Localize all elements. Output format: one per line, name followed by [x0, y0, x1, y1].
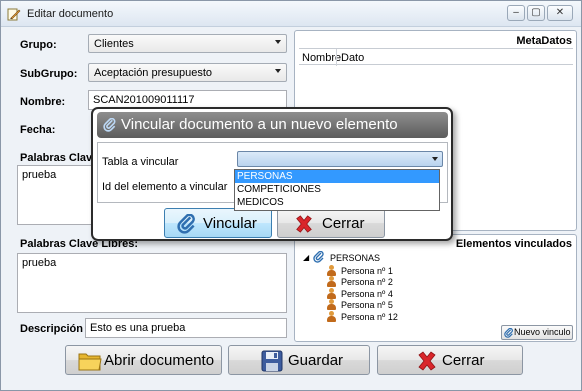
tabla-dropdown-list: PERSONAS COMPETICIONES MEDICOS [234, 169, 440, 211]
person-icon [327, 311, 336, 322]
nuevo-vinculo-label: Nuevo vinculo [514, 327, 571, 337]
cerrar-label: Cerrar [442, 352, 485, 369]
tree-root-personas[interactable]: PERSONAS [330, 252, 380, 264]
minimize-button[interactable]: – [507, 5, 525, 21]
nombre-label: Nombre: [20, 96, 66, 108]
vincular-button[interactable]: Vincular [164, 208, 272, 238]
subgrupo-label: SubGrupo: [20, 68, 78, 80]
tree-item-persona[interactable]: Persona nº 2 [341, 276, 393, 288]
minimize-icon: – [513, 7, 519, 18]
id-elemento-label: Id del elemento a vincular [102, 181, 228, 193]
edit-document-icon [7, 8, 21, 21]
nuevo-vinculo-button[interactable]: Nuevo vinculo [501, 325, 573, 340]
maximize-icon: ▢ [531, 7, 541, 18]
person-icon [327, 299, 336, 310]
column-separator [336, 49, 337, 66]
subgrupo-select[interactable]: Aceptación presupuesto [88, 63, 287, 82]
save-icon [261, 350, 283, 372]
elementos-vinculados-title: Elementos vinculados [455, 238, 572, 250]
abrir-documento-button[interactable]: Abrir documento [65, 345, 222, 375]
column-header-dato[interactable]: Dato [341, 52, 364, 64]
cerrar-button[interactable]: Cerrar [377, 345, 523, 375]
chevron-down-icon [275, 69, 281, 73]
tabla-label: Tabla a vincular [102, 156, 179, 168]
palabras-libres-input[interactable]: prueba [17, 253, 287, 313]
descripcion-input[interactable]: Esto es una prueba [85, 318, 287, 338]
maximize-button[interactable]: ▢ [527, 5, 545, 21]
paperclip-icon [177, 214, 195, 234]
close-icon: ✕ [555, 7, 565, 18]
subgrupo-value: Aceptación presupuesto [94, 67, 213, 79]
vincular-label: Vincular [203, 215, 257, 232]
palabras-libres-value: prueba [22, 257, 57, 269]
metadatos-grid-header: Nombre Dato [299, 48, 573, 66]
fecha-label: Fecha: [20, 124, 56, 136]
grupo-value: Clientes [94, 38, 134, 50]
option-competiciones[interactable]: COMPETICIONES [235, 183, 439, 196]
descripcion-value: Esto es una prueba [90, 322, 186, 334]
palabras-clave-value: prueba [22, 169, 57, 181]
tree-item-persona[interactable]: Persona nº 12 [341, 311, 398, 323]
chevron-down-icon [275, 40, 281, 44]
dialog-cerrar-label: Cerrar [322, 215, 365, 232]
chevron-down-icon [432, 157, 438, 161]
grupo-select[interactable]: Clientes [88, 34, 287, 53]
guardar-label: Guardar [288, 352, 344, 369]
tree-item-persona[interactable]: Persona nº 5 [341, 299, 393, 311]
tabla-select[interactable] [237, 151, 443, 167]
editar-documento-window: Editar documento – ▢ ✕ Grupo: Clientes S… [0, 0, 582, 391]
tree-expander-icon[interactable]: ◢ [303, 252, 309, 264]
paperclip-icon [103, 118, 116, 132]
window-title: Editar documento [27, 8, 114, 20]
grupo-label: Grupo: [20, 39, 57, 51]
close-icon [418, 351, 436, 371]
option-personas[interactable]: PERSONAS [235, 170, 439, 183]
palabras-clave-label: Palabras Clave [20, 152, 99, 164]
paperclip-icon [313, 251, 324, 263]
close-icon [296, 215, 312, 233]
paperclip-icon [504, 328, 513, 338]
option-medicos[interactable]: MEDICOS [235, 196, 439, 209]
folder-icon [78, 353, 102, 371]
metadatos-title: MetaDatos [516, 35, 572, 47]
person-icon [327, 288, 336, 299]
guardar-button[interactable]: Guardar [228, 345, 370, 375]
person-icon [327, 276, 336, 287]
descripcion-label: Descripción : [20, 323, 90, 335]
nombre-value: SCAN201009011117 [93, 94, 195, 106]
abrir-documento-label: Abrir documento [104, 352, 215, 369]
title-bar: Editar documento – ▢ ✕ [1, 1, 581, 27]
dialog-cerrar-button[interactable]: Cerrar [277, 208, 385, 238]
dialog-title: Vincular documento a un nuevo elemento [121, 116, 398, 133]
dialog-header: Vincular documento a un nuevo elemento [97, 112, 448, 138]
person-icon [327, 265, 336, 276]
close-window-button[interactable]: ✕ [547, 5, 573, 21]
